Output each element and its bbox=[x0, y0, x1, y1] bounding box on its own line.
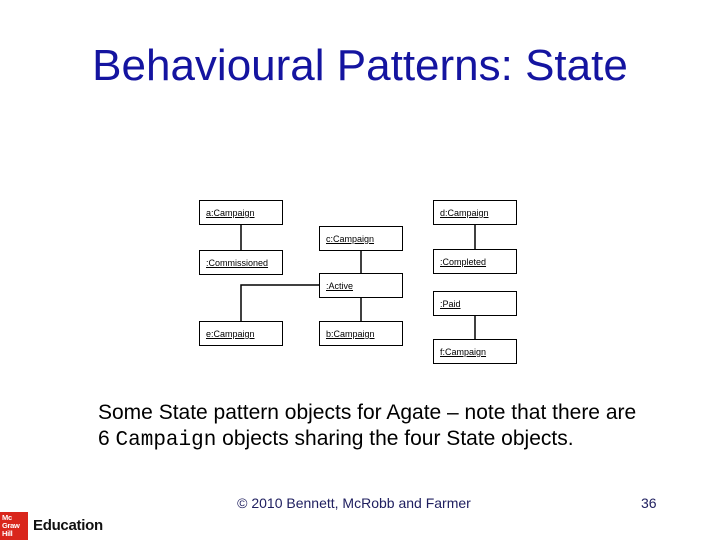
object-paid: :Paid bbox=[433, 291, 517, 316]
caption-text-2: objects sharing the four State objects. bbox=[216, 427, 574, 450]
object-a-campaign: a:Campaign bbox=[199, 200, 283, 225]
object-label: e:Campaign bbox=[206, 329, 255, 339]
object-label: :Paid bbox=[440, 299, 461, 309]
object-commissioned: :Commissioned bbox=[199, 250, 283, 275]
caption: Some State pattern objects for Agate – n… bbox=[98, 400, 638, 454]
logo-line: Hill bbox=[2, 529, 13, 538]
object-c-campaign: c:Campaign bbox=[319, 226, 403, 251]
diagram-links bbox=[240, 225, 476, 339]
page-number: 36 bbox=[641, 495, 657, 511]
link-active-e bbox=[240, 284, 319, 321]
mcgraw-hill-logo: Mc Graw Hill bbox=[0, 512, 28, 540]
caption-code: Campaign bbox=[115, 429, 217, 452]
object-e-campaign: e:Campaign bbox=[199, 321, 283, 346]
object-label: f:Campaign bbox=[440, 347, 487, 357]
object-diagram: a:Campaign :Commissioned c:Campaign :Act… bbox=[0, 0, 720, 540]
object-completed: :Completed bbox=[433, 249, 517, 274]
object-label: :Active bbox=[326, 281, 354, 291]
object-active: :Active bbox=[319, 273, 403, 298]
object-d-campaign: d:Campaign bbox=[433, 200, 517, 225]
object-label: a:Campaign bbox=[206, 208, 255, 218]
object-b-campaign: b:Campaign bbox=[319, 321, 403, 346]
object-label: :Completed bbox=[440, 257, 487, 267]
copyright-footer: © 2010 Bennett, McRobb and Farmer bbox=[237, 495, 471, 511]
object-label: d:Campaign bbox=[440, 208, 489, 218]
object-label: b:Campaign bbox=[326, 329, 375, 339]
logo-education-label: Education bbox=[33, 517, 103, 534]
object-label: c:Campaign bbox=[326, 234, 375, 244]
object-label: :Commissioned bbox=[206, 258, 269, 268]
object-f-campaign: f:Campaign bbox=[433, 339, 517, 364]
